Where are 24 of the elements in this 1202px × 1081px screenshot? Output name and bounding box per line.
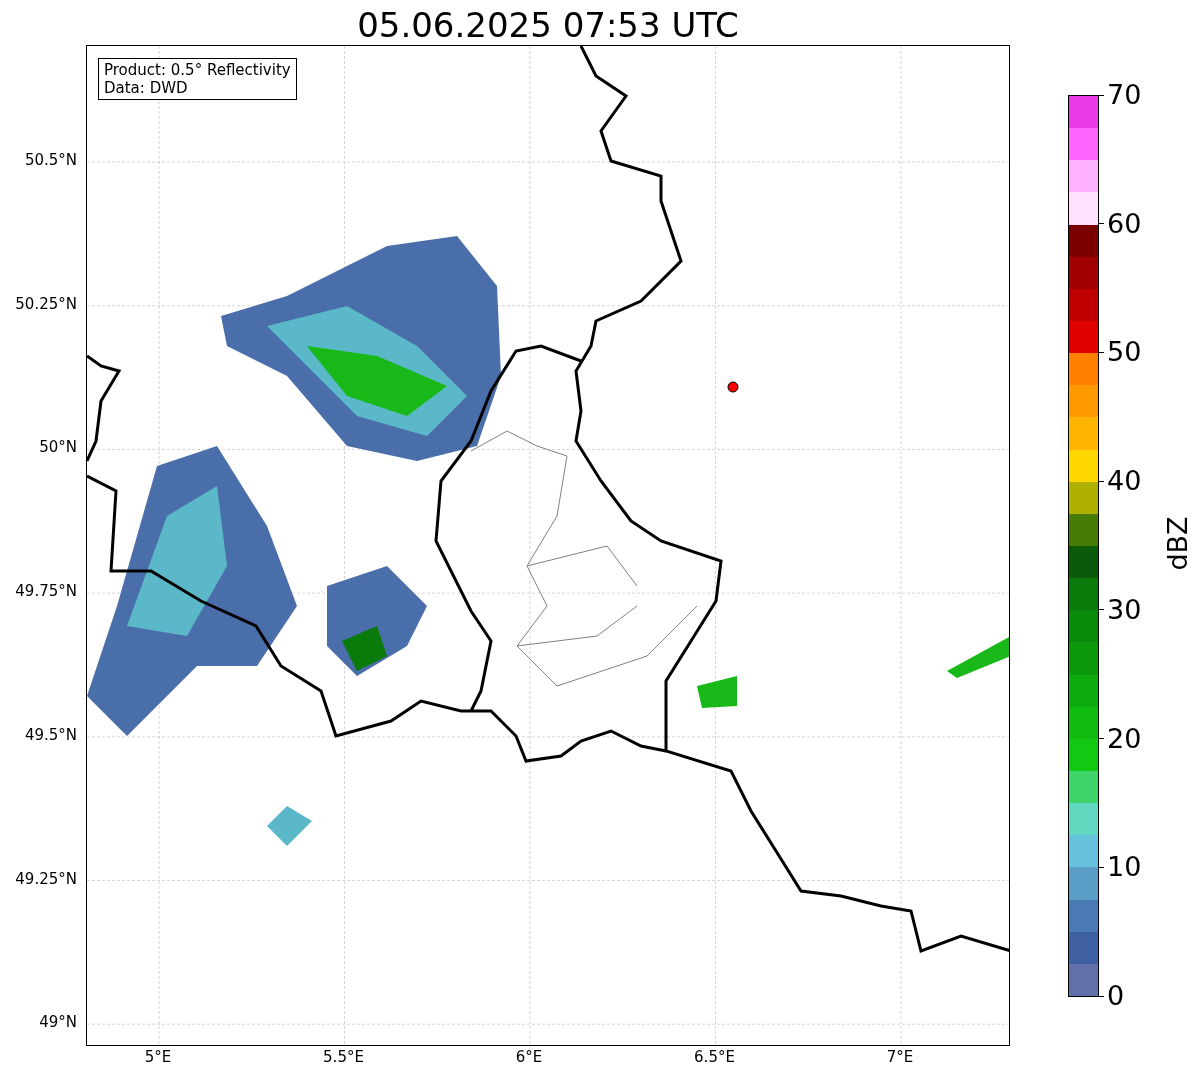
latitude-label: 50.5°N — [24, 153, 77, 168]
colorbar-tick-label: 20 — [1107, 722, 1142, 755]
colorbar-tick-label: 10 — [1107, 851, 1142, 884]
longitude-label: 5.5°E — [323, 1050, 364, 1065]
colorbar-label: dBZ — [1163, 516, 1191, 571]
info-text: Data: DWD — [104, 79, 189, 97]
colorbar-tick-label: 50 — [1107, 336, 1142, 369]
latitude-label: 50°N — [39, 440, 77, 456]
longitude-label: 6.5°E — [694, 1050, 735, 1065]
colorbar-tick-label: 40 — [1107, 465, 1142, 498]
colorbar-tick-label: 60 — [1107, 207, 1142, 240]
latitude-label: 50.25°N — [15, 296, 77, 312]
latitude-label: 49.75°N — [15, 584, 77, 600]
longitude-label: 7°E — [886, 1050, 914, 1065]
info-text: Product: 0.5° Reflectivity — [104, 61, 291, 79]
colorbar-tick-label: 30 — [1107, 593, 1142, 626]
colorbar-tick-label: 0 — [1107, 980, 1125, 1012]
latitude-label: 49°N — [39, 1015, 77, 1031]
colorbar-tick-label: 70 — [1107, 79, 1142, 111]
latitude-label: 49.25°N — [15, 871, 77, 887]
latitude-label: 49.5°N — [24, 727, 77, 743]
longitude-label: 5°E — [144, 1050, 172, 1065]
chart-title: 05.06.2025 07:53 UTC — [357, 3, 739, 42]
longitude-label: 6°E — [515, 1050, 543, 1065]
